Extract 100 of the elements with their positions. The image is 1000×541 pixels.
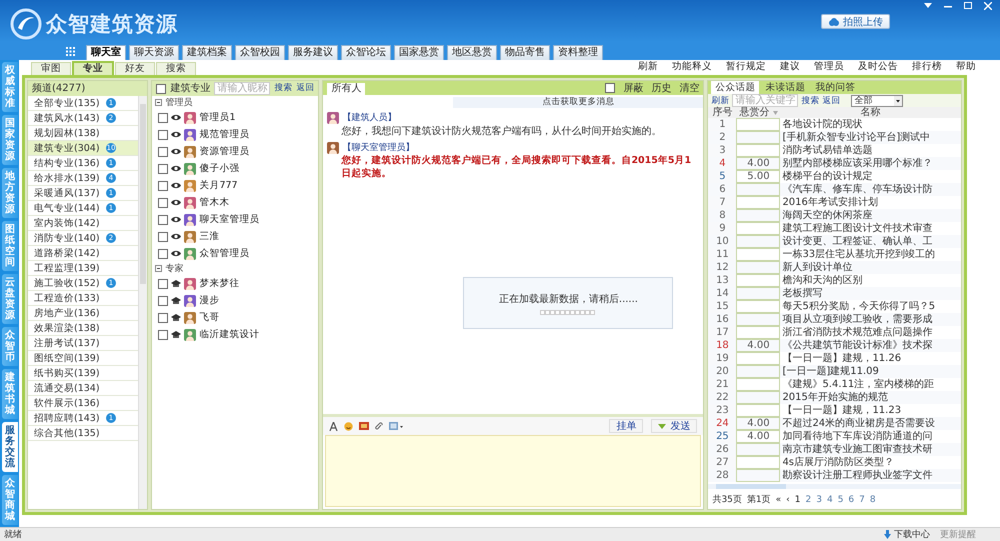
topic-title[interactable]: 《汽车库、修车库、停车场设计防 — [780, 183, 961, 196]
topic-title[interactable]: 南京市建筑专业施工图审查技术研 — [780, 443, 961, 456]
clear-link[interactable]: 清空 — [679, 81, 700, 95]
first-page-link[interactable]: « — [776, 494, 782, 504]
member-name[interactable]: 管理员1 — [199, 111, 236, 124]
chat-tab[interactable]: 所有人 — [327, 83, 366, 95]
topic-title[interactable]: 檐沟和天沟的区别 — [780, 274, 961, 287]
nav-tab[interactable]: 聊天室 — [86, 45, 126, 60]
column-header[interactable]: 悬赏分 — [736, 107, 780, 118]
topic-title[interactable]: 海阔天空的休闲茶座 — [780, 209, 961, 222]
toolbar-link[interactable]: 及时公告 — [858, 60, 898, 73]
topic-title[interactable]: 4s店展厅消防防区类型？ — [780, 456, 961, 469]
download-center-link[interactable]: 下载中心 — [884, 528, 930, 541]
row-number: 6 — [708, 183, 736, 196]
previous-page-link[interactable]: ‹ — [786, 494, 790, 504]
topic-title[interactable]: 一栋33层住宅从基坑开挖到竣工的 — [780, 248, 961, 261]
toolbar-link[interactable]: 刷新 — [638, 60, 658, 73]
nav-tab[interactable]: 众智论坛 — [341, 45, 391, 60]
nav-tab[interactable]: 资料整理 — [553, 45, 603, 60]
topic-title[interactable]: 不超过24米的商业裙房是否需要设 — [780, 417, 961, 430]
member-name[interactable]: 资源管理员 — [199, 145, 250, 158]
toolbar-link[interactable]: 帮助 — [956, 60, 976, 73]
topic-title[interactable]: 新人到设计单位 — [780, 261, 961, 274]
toolbar-link[interactable]: 暂行规定 — [726, 60, 766, 73]
topic-title[interactable]: 各地设计院的现状 — [780, 118, 961, 131]
topic-title[interactable]: 老板撰写 — [780, 287, 961, 300]
toolbar-link[interactable]: 排行榜 — [912, 60, 942, 73]
topic-title[interactable]: 2015年开始实施的规范 — [780, 391, 961, 404]
back-link[interactable]: 返回 — [822, 94, 840, 106]
topic-title[interactable]: 2016年考试安排计划 — [780, 196, 961, 209]
topic-title[interactable]: 《公共建筑节能设计标准》技术探 — [780, 339, 961, 352]
topic-title[interactable]: 浙江省消防技术规范难点问题操作 — [780, 326, 961, 339]
member-name[interactable]: 聊天室管理员 — [199, 213, 260, 226]
topic-tab[interactable]: 我的问答 — [811, 81, 860, 94]
member-name[interactable]: 众智管理员 — [199, 247, 250, 260]
page-link[interactable]: 2 — [805, 494, 812, 504]
send-button[interactable]: 发送 — [651, 419, 698, 433]
topic-title[interactable]: 【一日一题】建规，11.26 — [780, 352, 961, 365]
nav-tab[interactable]: 地区悬赏 — [447, 45, 497, 60]
back-link[interactable]: 返回 — [296, 81, 314, 96]
topic-title[interactable]: 每天5积分奖励，今天你得了吗？5 — [780, 300, 961, 313]
member-name[interactable]: 梦来梦往 — [199, 277, 240, 290]
search-link[interactable]: 搜索 — [801, 94, 820, 106]
member-name[interactable]: 三淮 — [199, 230, 220, 243]
load-more-link[interactable]: 点击获取更多消息 — [453, 97, 704, 108]
topic-tab[interactable]: 未读话题 — [761, 81, 810, 94]
member-name[interactable]: 规范管理员 — [199, 128, 250, 141]
topic-title[interactable]: 设计变更、工程签证、确认单、工 — [780, 235, 961, 248]
history-link[interactable]: 历史 — [651, 81, 672, 95]
topic-title[interactable]: 别墅内部楼梯应该采用哪个标准？ — [780, 157, 961, 170]
page-link[interactable]: 3 — [816, 494, 822, 504]
toolbar-link[interactable]: 建议 — [780, 60, 800, 73]
page-link[interactable]: 4 — [826, 494, 833, 504]
sub-tab[interactable]: 专业 — [72, 61, 114, 75]
member-name[interactable]: 临沂建筑设计 — [199, 328, 260, 341]
nav-tab[interactable]: 聊天资源 — [129, 45, 179, 60]
side-tab[interactable]: 服务交流 — [2, 422, 18, 472]
member-name[interactable]: 飞哥 — [199, 311, 220, 324]
topic-tab[interactable]: 公众话题 — [711, 81, 760, 94]
app-title: 众智建筑资源 — [46, 11, 178, 38]
hang-button[interactable]: 挂单 — [609, 419, 644, 433]
topic-title[interactable]: 建筑工程施工图设计文件技术审查 — [780, 222, 961, 235]
refresh-link[interactable]: 刷新 — [711, 94, 730, 106]
page-link[interactable]: 8 — [870, 494, 876, 504]
row-number: 10 — [708, 235, 736, 248]
nav-tab[interactable]: 物品寄售 — [500, 45, 550, 60]
nav-tab[interactable]: 众智校园 — [235, 45, 285, 60]
nav-tab[interactable]: 服务建议 — [288, 45, 338, 60]
member-name[interactable]: 关月777 — [199, 179, 238, 192]
row-number: 8 — [708, 209, 736, 222]
topic-title[interactable]: 楼梯平台的设计规定 — [780, 170, 961, 183]
reward-points: 5.00 — [736, 170, 780, 183]
sub-tab[interactable]: 好友 — [115, 62, 155, 75]
page-link[interactable]: 1 — [794, 494, 800, 504]
page-link[interactable]: 7 — [859, 494, 865, 504]
toolbar-link[interactable]: 管理员 — [814, 60, 844, 73]
search-link[interactable]: 搜索 — [274, 81, 292, 96]
row-number: 23 — [708, 404, 736, 417]
page-link[interactable]: 5 — [838, 494, 844, 504]
topic-title[interactable]: 项目从立项到竣工验收，需要形成 — [780, 313, 961, 326]
toolbar-link[interactable]: 功能释义 — [672, 60, 712, 73]
page-link[interactable]: 6 — [848, 494, 854, 504]
member-name[interactable]: 傻子小强 — [199, 162, 240, 175]
member-name[interactable]: 管木木 — [199, 196, 230, 209]
upload-button[interactable]: 拍照上传 — [821, 14, 890, 29]
message-text: 您好，我想问下建筑设计防火规范客户端有吗，从什么时间开始实施的。 — [340, 124, 662, 138]
sub-tab[interactable]: 搜索 — [156, 62, 196, 75]
topic-title[interactable]: 《建规》5.4.11注，室内楼梯的距 — [780, 378, 961, 391]
member-name[interactable]: 漫步 — [199, 294, 220, 307]
topic-title[interactable]: [一日一题]建规11.09 — [780, 365, 961, 378]
topic-title[interactable]: [手机新众智专业讨论平台]测试中 — [780, 131, 961, 144]
topic-title[interactable]: 勘察设计注册工程师执业签字文件 — [780, 469, 961, 482]
nav-tab[interactable]: 国家悬赏 — [394, 45, 444, 60]
filter-select[interactable]: 全部 — [851, 94, 904, 106]
topic-title[interactable]: 加同看待地下车库设消防通道的问 — [780, 430, 961, 443]
nav-tab[interactable]: 建筑档案 — [182, 45, 232, 60]
topic-title[interactable]: 【一日一题】建规，11.23 — [780, 404, 961, 417]
sub-tab[interactable]: 审图 — [31, 62, 71, 75]
topic-title[interactable]: 消防考试易错单选题 — [780, 144, 961, 157]
row-number: 1 — [708, 118, 736, 131]
